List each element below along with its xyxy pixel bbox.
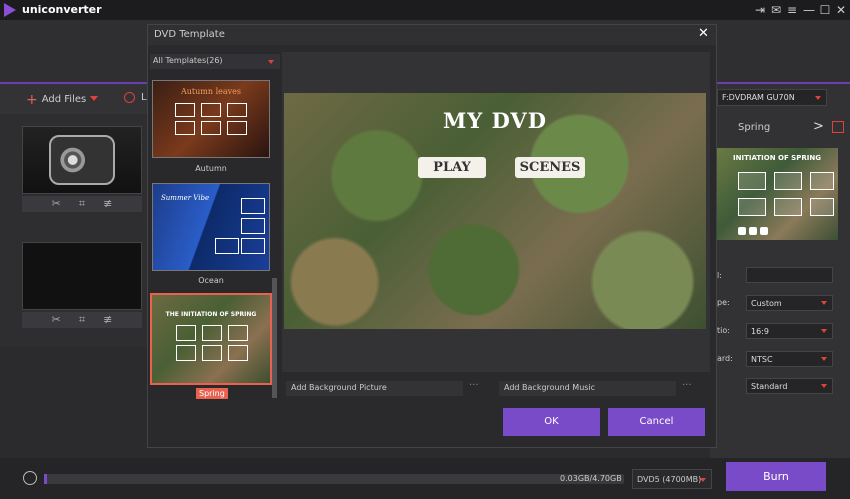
browse-picture-button[interactable]: ···: [469, 380, 479, 391]
template-thumb-title: Summer Vibe: [161, 194, 210, 202]
template-name-ocean: Ocean: [198, 276, 224, 285]
tv-standard-value: NTSC: [751, 355, 773, 364]
disc-type-select[interactable]: DVD5 (4700MB): [632, 469, 712, 489]
preview-play-button[interactable]: PLAY: [418, 157, 486, 178]
ok-button[interactable]: OK: [503, 408, 600, 436]
template-thumb-title: THE INITIATION OF SPRING: [165, 311, 257, 318]
preview-chapter-box: [774, 198, 802, 216]
field-label: l:: [717, 271, 722, 280]
video-thumbnail-empty[interactable]: [22, 242, 142, 310]
menu-type-value: Custom: [751, 299, 782, 308]
drive-select[interactable]: F:DVDRAM GU70N: [717, 89, 827, 106]
crop-icon[interactable]: ⌗: [79, 196, 85, 212]
tv-frame-icon: [49, 135, 115, 185]
preview-chapter-box: [738, 198, 766, 216]
crop-icon[interactable]: ⌗: [79, 312, 85, 328]
adjust-icon[interactable]: ≢: [103, 312, 112, 328]
tv-standard-select[interactable]: NTSC: [746, 351, 833, 367]
chevron-down-icon: [268, 60, 274, 64]
chevron-down-icon: [700, 478, 706, 482]
menu-icon[interactable]: ≡: [784, 2, 800, 18]
trim-icon[interactable]: ✂: [52, 312, 61, 328]
chevron-down-icon: [821, 384, 827, 388]
minimize-button[interactable]: —: [801, 2, 817, 18]
add-background-music-field[interactable]: Add Background Music: [499, 381, 676, 396]
dialog-header: [148, 25, 716, 45]
template-name: Spring: [738, 122, 771, 133]
clip-tools: ✂ ⌗ ≢: [22, 312, 142, 328]
template-preview-title: INITIATION OF SPRING: [733, 154, 821, 162]
app-logo-icon: [4, 3, 16, 17]
template-autumn[interactable]: Autumn leaves: [152, 80, 270, 158]
next-template-icon[interactable]: >: [813, 119, 824, 134]
adjust-icon[interactable]: ≢: [103, 196, 112, 212]
browse-music-button[interactable]: ···: [682, 380, 692, 391]
video-thumbnail[interactable]: [22, 126, 142, 194]
add-files-button[interactable]: + Add Files: [26, 92, 86, 108]
chevron-down-icon: [815, 96, 821, 100]
template-ocean[interactable]: Summer Vibe: [152, 183, 270, 271]
clip-tools: ✂ ⌗ ≢: [22, 196, 142, 212]
template-name-spring: Spring: [196, 388, 228, 399]
preview-chapter-box: [774, 172, 802, 190]
drive-select-value: F:DVDRAM GU70N: [722, 93, 795, 102]
capacity-text: 0.03GB/4.70GB: [560, 474, 622, 483]
preview-chapter-box: [810, 172, 834, 190]
load-dvd-label[interactable]: L: [141, 92, 147, 103]
dialog-title: DVD Template: [154, 29, 225, 40]
template-thumb-title: Autumn leaves: [181, 87, 241, 96]
menu-type-select[interactable]: Custom: [746, 295, 833, 311]
preview-title[interactable]: MY DVD: [284, 108, 706, 133]
cancel-button[interactable]: Cancel: [608, 408, 705, 436]
app-title: uniconverter: [22, 3, 102, 16]
template-filter-select[interactable]: All Templates(26): [150, 54, 280, 69]
aspect-ratio-value: 16:9: [751, 327, 769, 336]
plus-icon: +: [26, 92, 38, 108]
trim-icon[interactable]: ✂: [52, 196, 61, 212]
close-icon[interactable]: ✕: [698, 26, 709, 41]
preview-nav-dots: [738, 227, 774, 235]
maximize-button[interactable]: ☐: [817, 2, 833, 18]
capacity-bar: [44, 474, 624, 484]
burn-button[interactable]: Burn: [726, 462, 826, 491]
capacity-bar-fill: [44, 474, 47, 484]
quality-select[interactable]: Standard: [746, 378, 833, 394]
preview-chapter-box: [738, 172, 766, 190]
add-background-picture-field[interactable]: Add Background Picture: [286, 381, 463, 396]
field-label: ard:: [717, 354, 733, 363]
load-dvd-icon[interactable]: [124, 92, 135, 103]
template-spring-selected[interactable]: THE INITIATION OF SPRING: [150, 293, 272, 385]
template-list-scrollbar[interactable]: [272, 278, 277, 398]
field-label: pe:: [717, 298, 730, 307]
alarm-clock-icon[interactable]: [23, 471, 37, 485]
chevron-down-icon: [821, 329, 827, 333]
title-bar: [0, 0, 850, 20]
add-files-label: Add Files: [41, 94, 87, 105]
aspect-ratio-select[interactable]: 16:9: [746, 323, 833, 339]
field-label: tio:: [717, 326, 730, 335]
preview-chapter-box: [810, 198, 834, 216]
template-filter-value: All Templates(26): [153, 56, 223, 65]
add-files-dropdown-icon[interactable]: [90, 96, 98, 101]
preview-scenes-button[interactable]: SCENES: [515, 157, 585, 178]
template-name-autumn: Autumn: [195, 164, 227, 173]
label-input[interactable]: [746, 267, 833, 283]
quality-value: Standard: [751, 382, 788, 391]
close-window-button[interactable]: ✕: [833, 2, 849, 18]
disc-type-value: DVD5 (4700MB): [637, 475, 702, 484]
chevron-down-icon: [821, 357, 827, 361]
chevron-down-icon: [821, 301, 827, 305]
login-icon[interactable]: ⇥: [752, 2, 768, 18]
edit-template-icon[interactable]: [832, 121, 844, 133]
message-icon[interactable]: ✉: [768, 2, 784, 18]
